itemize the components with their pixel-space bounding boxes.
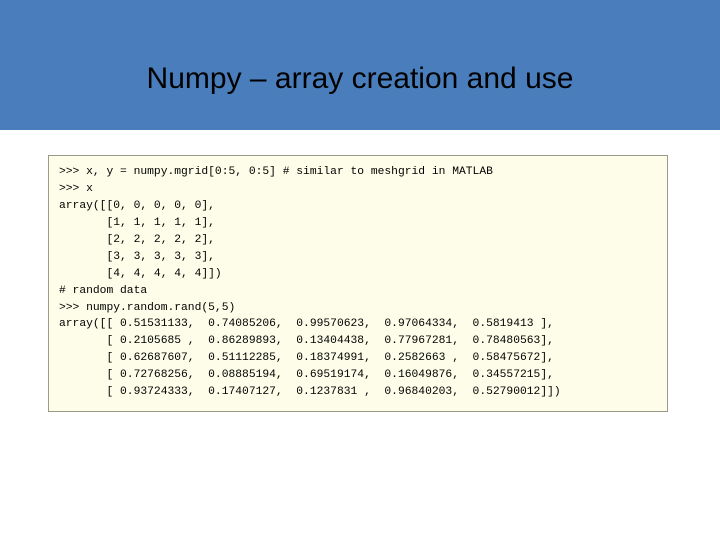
title-bar: Numpy – array creation and use	[0, 0, 720, 130]
slide-title: Numpy – array creation and use	[0, 62, 720, 96]
code-box: >>> x, y = numpy.mgrid[0:5, 0:5] # simil…	[48, 155, 668, 412]
code-block: >>> x, y = numpy.mgrid[0:5, 0:5] # simil…	[59, 164, 657, 401]
